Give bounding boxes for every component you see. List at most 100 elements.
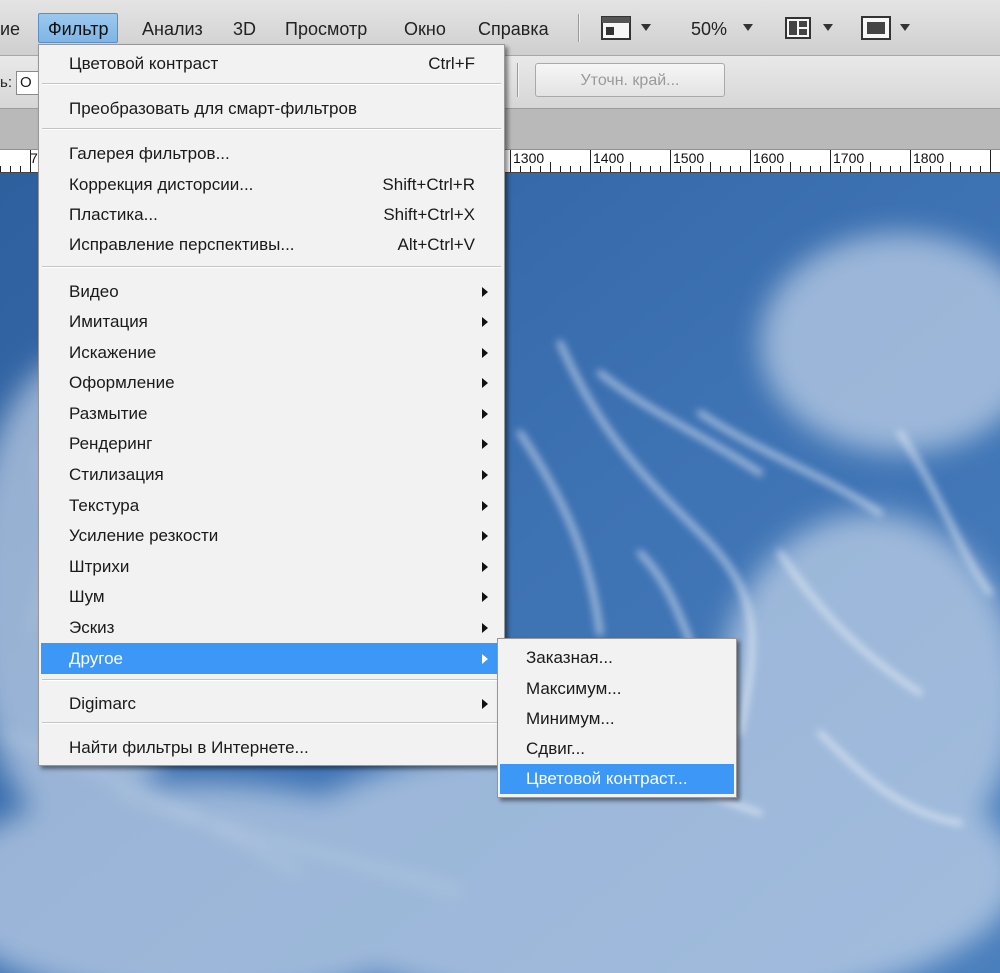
menu-item-convert-smart-filters[interactable]: Преобразовать для смарт-фильтров <box>41 94 502 123</box>
menu-separator <box>42 722 501 724</box>
menu-item-label: Рендеринг <box>69 434 153 453</box>
menu-item-video[interactable]: Видео <box>41 277 502 306</box>
menu-separator <box>42 266 501 268</box>
menu-view[interactable]: Просмотр <box>285 18 367 40</box>
submenu-arrow-icon <box>482 699 488 709</box>
submenu-item-high-pass[interactable]: Цветовой контраст... <box>500 764 734 794</box>
menu-item-label: Пластика... <box>69 205 158 224</box>
menu-item-label: Преобразовать для смарт-фильтров <box>69 99 357 118</box>
chevron-down-icon[interactable] <box>641 24 651 31</box>
menu-item-label: Минимум... <box>526 709 615 728</box>
menu-item-label: Цветовой контраст <box>69 54 219 73</box>
menu-item-label: Искажение <box>69 343 157 362</box>
menu-item-texture[interactable]: Текстура <box>41 491 502 520</box>
menu-separator <box>42 83 501 85</box>
submenu-item-maximum[interactable]: Максимум... <box>500 674 734 703</box>
menu-separator <box>42 679 501 681</box>
menu-item-label: Размытие <box>69 404 148 423</box>
submenu-arrow-icon <box>482 654 488 664</box>
menu-item-label: Максимум... <box>526 679 622 698</box>
submenu-item-custom[interactable]: Заказная... <box>500 643 734 672</box>
ruler-label: 1400 <box>593 150 625 166</box>
submenu-arrow-icon <box>482 287 488 297</box>
chevron-down-icon[interactable] <box>823 24 833 31</box>
menu-item-sharpen[interactable]: Усиление резкости <box>41 521 502 550</box>
menu-item-label: Видео <box>69 282 119 301</box>
ruler-label: 1600 <box>753 150 785 166</box>
menu-item-label: Усиление резкости <box>69 526 219 545</box>
ruler-label: 1300 <box>513 150 545 166</box>
submenu-arrow-icon <box>482 562 488 572</box>
menu-item-label: Сдвиг... <box>526 739 586 758</box>
menu-item-pixelate[interactable]: Оформление <box>41 368 502 397</box>
menu-item-shortcut: Alt+Ctrl+V <box>397 235 475 254</box>
ruler-label: 1700 <box>833 150 865 166</box>
menu-item-label: Digimarc <box>69 694 137 713</box>
menu-item-shortcut: Shift+Ctrl+X <box>383 205 475 224</box>
submenu-item-offset[interactable]: Сдвиг... <box>500 734 734 763</box>
menu-item-stylize[interactable]: Стилизация <box>41 460 502 489</box>
menu-item-render[interactable]: Рендеринг <box>41 429 502 458</box>
menu-item-label: Стилизация <box>69 465 164 484</box>
menu-help[interactable]: Справка <box>478 18 549 40</box>
option-label: ь: <box>0 74 12 91</box>
ruler-label: 7 <box>30 150 38 166</box>
menu-analysis[interactable]: Анализ <box>142 18 203 40</box>
menu-item-lens-correction[interactable]: Коррекция дисторсии... Shift+Ctrl+R <box>41 170 502 199</box>
menu-item-label: Коррекция дисторсии... <box>69 175 254 194</box>
options-separator <box>517 63 519 97</box>
toolbar-separator <box>578 14 580 42</box>
menu-item-filter-gallery[interactable]: Галерея фильтров... <box>41 139 502 168</box>
menu-item-label: Штрихи <box>69 557 130 576</box>
menu-item-label: Галерея фильтров... <box>69 144 230 163</box>
menu-item-browse-filters-online[interactable]: Найти фильтры в Интернете... <box>41 733 502 762</box>
menu-item-label: Другое <box>69 649 124 668</box>
menu-item-last-filter[interactable]: Цветовой контраст Ctrl+F <box>41 49 502 78</box>
menu-item-liquify[interactable]: Пластика... Shift+Ctrl+X <box>41 200 502 229</box>
submenu-arrow-icon <box>482 470 488 480</box>
menu-item-digimarc[interactable]: Digimarc <box>41 689 502 718</box>
submenu-arrow-icon <box>482 592 488 602</box>
menu-item-shortcut: Shift+Ctrl+R <box>382 175 475 194</box>
screen-fit-icon[interactable] <box>860 14 892 42</box>
menu-item-artistic[interactable]: Имитация <box>41 307 502 336</box>
menu-edit-partial[interactable]: ие <box>0 18 20 40</box>
submenu-arrow-icon <box>482 623 488 633</box>
menu-item-blur[interactable]: Размытие <box>41 399 502 428</box>
menu-item-sketch[interactable]: Эскиз <box>41 613 502 642</box>
menu-item-noise[interactable]: Шум <box>41 582 502 611</box>
submenu-arrow-icon <box>482 409 488 419</box>
menu-item-label: Исправление перспективы... <box>69 235 295 254</box>
menu-item-label: Заказная... <box>526 648 613 667</box>
submenu-arrow-icon <box>482 348 488 358</box>
submenu-arrow-icon <box>482 378 488 388</box>
menu-window[interactable]: Окно <box>404 18 446 40</box>
submenu-arrow-icon <box>482 439 488 449</box>
submenu-arrow-icon <box>482 501 488 511</box>
menu-item-label: Оформление <box>69 373 175 392</box>
menu-item-shortcut: Ctrl+F <box>428 54 475 73</box>
chevron-down-icon[interactable] <box>900 24 910 31</box>
menu-item-label: Эскиз <box>69 618 115 637</box>
refine-edge-button[interactable]: Уточн. край... <box>535 63 725 97</box>
menu-item-other[interactable]: Другое <box>41 643 502 674</box>
menu-filter[interactable]: Фильтр <box>38 13 119 43</box>
arrange-documents-icon[interactable] <box>784 14 814 42</box>
menu-item-label: Найти фильтры в Интернете... <box>69 738 309 757</box>
menu-item-brush-strokes[interactable]: Штрихи <box>41 552 502 581</box>
filter-menu: Цветовой контраст Ctrl+F Преобразовать д… <box>38 44 505 766</box>
ruler-label: 1800 <box>913 150 945 166</box>
menu-item-label: Шум <box>69 587 105 606</box>
other-submenu: Заказная... Максимум... Минимум... Сдвиг… <box>497 638 737 798</box>
menu-item-distort[interactable]: Искажение <box>41 338 502 367</box>
chevron-down-icon[interactable] <box>743 24 753 31</box>
menu-item-label: Текстура <box>69 496 140 515</box>
ruler-label: 1500 <box>673 150 705 166</box>
screen-mode-icon[interactable] <box>600 14 634 42</box>
menu-3d[interactable]: 3D <box>233 18 256 40</box>
submenu-arrow-icon <box>482 317 488 327</box>
menu-separator <box>42 128 501 130</box>
menu-item-vanishing-point[interactable]: Исправление перспективы... Alt+Ctrl+V <box>41 230 502 259</box>
zoom-level[interactable]: 50% <box>691 18 727 40</box>
submenu-item-minimum[interactable]: Минимум... <box>500 704 734 733</box>
